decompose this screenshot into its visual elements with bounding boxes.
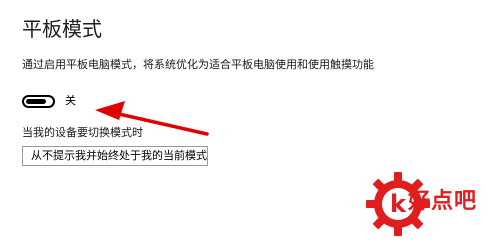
- tablet-mode-description: 通过启用平板电脑模式，将系统优化为适合平板电脑使用和使用触摸功能: [22, 58, 374, 71]
- watermark: k 好点吧: [363, 169, 498, 239]
- toggle-knob: [26, 98, 46, 104]
- page-title: 平板模式: [22, 17, 102, 41]
- toggle-state-label: 关: [65, 94, 76, 107]
- switch-mode-dropdown[interactable]: 从不提示我并始终处于我的当前模式: [22, 146, 208, 166]
- watermark-logo-glyph: k: [390, 190, 407, 218]
- tablet-mode-toggle-row: 关: [22, 93, 76, 109]
- watermark-text: 好点吧: [408, 189, 478, 214]
- tablet-mode-toggle[interactable]: [22, 94, 55, 108]
- switch-mode-label: 当我的设备要切换模式时: [22, 126, 143, 139]
